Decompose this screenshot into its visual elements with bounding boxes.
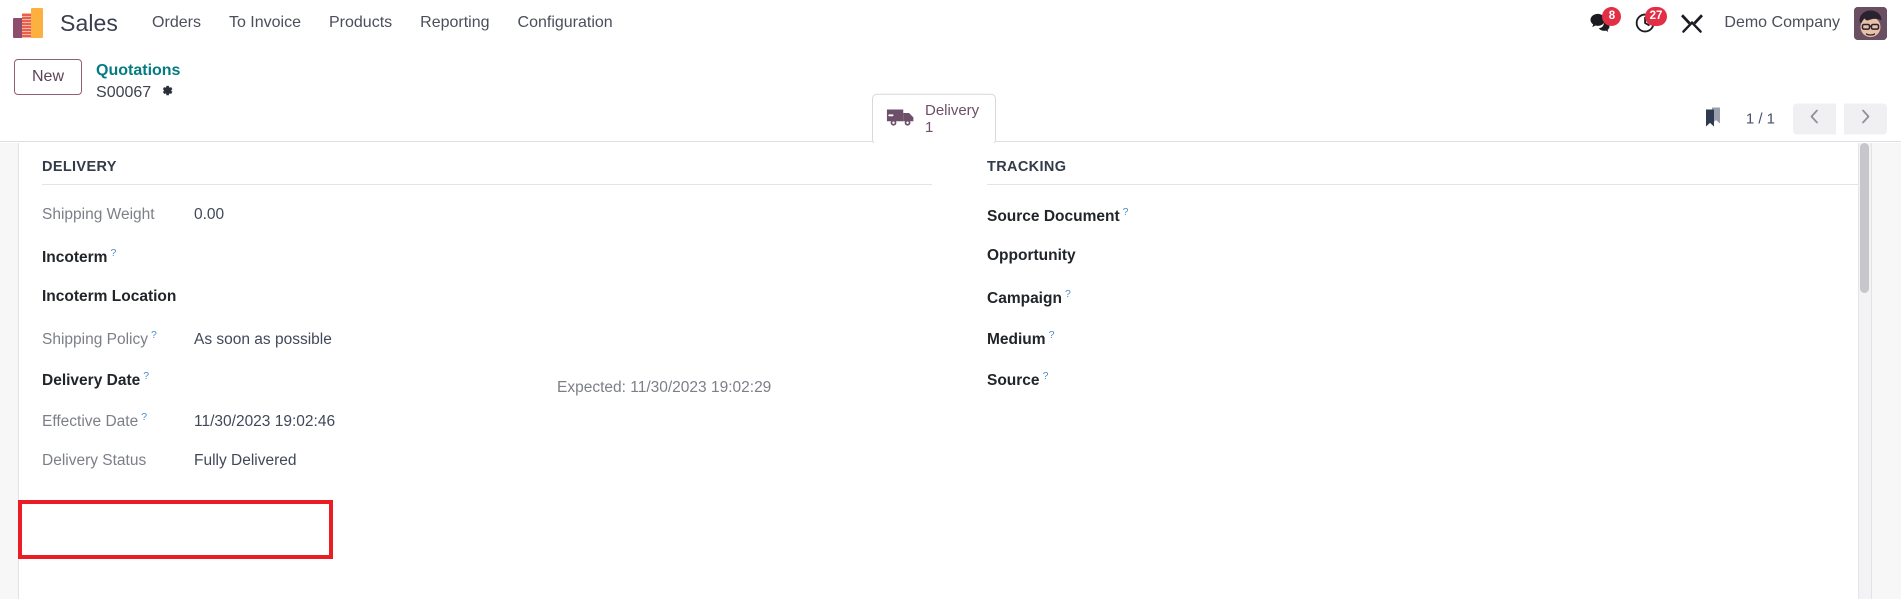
odoo-bars-logo[interactable] bbox=[13, 8, 47, 38]
delivery-group: DELIVERY Shipping Weight 0.00 Incoterm? … bbox=[19, 159, 951, 493]
expected-delivery-note: Expected: 11/30/2023 19:02:29 bbox=[557, 379, 772, 396]
label-opportunity: Opportunity bbox=[987, 247, 1076, 264]
form-sheet: DELIVERY Shipping Weight 0.00 Incoterm? … bbox=[18, 143, 1872, 599]
clock-activity-icon[interactable]: 27 bbox=[1624, 5, 1668, 41]
field-row-medium: Medium? bbox=[987, 329, 1851, 370]
field-row-incoterm-location: Incoterm Location bbox=[42, 288, 951, 329]
breadcrumb-record-name: S00067 bbox=[96, 83, 152, 101]
delivery-section-title: DELIVERY bbox=[42, 159, 932, 185]
label-shipping-policy: Shipping Policy? bbox=[42, 329, 157, 349]
chevron-right-icon bbox=[1859, 109, 1872, 130]
delivery-stat-value: 1 bbox=[925, 119, 934, 136]
form-background: DELIVERY Shipping Weight 0.00 Incoterm? … bbox=[0, 143, 1901, 599]
label-shipping-weight: Shipping Weight bbox=[42, 206, 155, 223]
pager-next-button[interactable] bbox=[1844, 103, 1887, 135]
label-incoterm-location: Incoterm Location bbox=[42, 288, 177, 305]
tooltip-icon-medium[interactable]: ? bbox=[1049, 329, 1055, 341]
field-row-opportunity: Opportunity bbox=[987, 247, 1851, 288]
field-row-shipping-weight: Shipping Weight 0.00 bbox=[42, 206, 951, 247]
field-row-incoterm: Incoterm? bbox=[42, 247, 951, 288]
tooltip-icon-shipping-policy[interactable]: ? bbox=[151, 329, 157, 341]
tooltip-icon-source-document[interactable]: ? bbox=[1123, 206, 1129, 218]
label-effective-date: Effective Date? bbox=[42, 411, 148, 431]
field-row-shipping-policy: Shipping Policy? As soon as possible bbox=[42, 329, 951, 370]
tracking-fields: Source Document? Opportunity Campaign? M… bbox=[987, 206, 1851, 411]
main-menu: Orders To Invoice Products Reporting Con… bbox=[138, 8, 627, 38]
label-medium: Medium? bbox=[987, 329, 1055, 349]
pager-previous-button[interactable] bbox=[1793, 103, 1836, 135]
field-row-source: Source? bbox=[987, 370, 1851, 411]
value-delivery-status: Fully Delivered bbox=[194, 452, 297, 469]
messages-badge: 8 bbox=[1602, 7, 1622, 26]
tooltip-icon-effective-date[interactable]: ? bbox=[141, 411, 147, 423]
menu-item-reporting[interactable]: Reporting bbox=[406, 8, 503, 38]
value-shipping-policy: As soon as possible bbox=[194, 331, 332, 349]
stat-buttons: Delivery 1 bbox=[872, 93, 997, 145]
tooltip-icon-delivery-date[interactable]: ? bbox=[143, 370, 149, 382]
user-avatar[interactable] bbox=[1854, 6, 1887, 40]
tooltip-icon-campaign[interactable]: ? bbox=[1065, 288, 1071, 300]
control-panel-right: 1 / 1 bbox=[1692, 100, 1887, 139]
menu-item-configuration[interactable]: Configuration bbox=[504, 8, 627, 38]
gear-icon[interactable] bbox=[159, 83, 174, 103]
vertical-scrollbar[interactable] bbox=[1858, 143, 1871, 599]
top-navbar: Sales Orders To Invoice Products Reporti… bbox=[0, 0, 1901, 47]
label-delivery-date: Delivery Date? bbox=[42, 370, 150, 390]
navbar-systray: 8 27 Demo Company bbox=[1578, 5, 1901, 41]
company-switcher[interactable]: Demo Company bbox=[1716, 14, 1852, 32]
value-effective-date: 11/30/2023 19:02:46 bbox=[194, 413, 336, 431]
menu-item-orders[interactable]: Orders bbox=[138, 8, 215, 38]
field-row-campaign: Campaign? bbox=[987, 288, 1851, 329]
label-source-document: Source Document? bbox=[987, 206, 1129, 226]
new-button[interactable]: New bbox=[14, 59, 83, 95]
app-name-sales[interactable]: Sales bbox=[60, 10, 118, 37]
delivery-fields: Shipping Weight 0.00 Incoterm? Incoterm … bbox=[42, 206, 951, 493]
value-shipping-weight: 0.00 bbox=[194, 206, 225, 223]
label-incoterm: Incoterm? bbox=[42, 247, 117, 267]
delivery-truck-icon bbox=[886, 105, 916, 134]
pager-value[interactable]: 1 / 1 bbox=[1740, 111, 1787, 128]
label-campaign: Campaign? bbox=[987, 288, 1071, 308]
form-columns: DELIVERY Shipping Weight 0.00 Incoterm? … bbox=[19, 143, 1871, 493]
menu-item-products[interactable]: Products bbox=[315, 8, 406, 38]
breadcrumb: Quotations S00067 bbox=[96, 59, 180, 103]
tooltip-icon-incoterm[interactable]: ? bbox=[110, 247, 116, 259]
tracking-group: TRACKING Source Document? Opportunity Ca… bbox=[951, 159, 1869, 493]
field-row-delivery-date: Delivery Date? Expected: 11/30/2023 19:0… bbox=[42, 370, 951, 411]
tracking-section-title: TRACKING bbox=[987, 159, 1869, 185]
wrench-tools-icon[interactable] bbox=[1670, 5, 1714, 41]
delivery-stat-label: Delivery bbox=[925, 101, 980, 119]
label-delivery-status: Delivery Status bbox=[42, 452, 147, 469]
control-panel-left: New Quotations S00067 bbox=[14, 59, 180, 103]
tooltip-icon-source[interactable]: ? bbox=[1043, 370, 1049, 382]
menu-item-to-invoice[interactable]: To Invoice bbox=[215, 8, 315, 38]
field-row-effective-date: Effective Date? 11/30/2023 19:02:46 bbox=[42, 411, 951, 452]
messages-icon[interactable]: 8 bbox=[1578, 5, 1622, 41]
label-source: Source? bbox=[987, 370, 1049, 390]
delivery-stat-button[interactable]: Delivery 1 bbox=[872, 93, 997, 145]
breadcrumb-quotations[interactable]: Quotations bbox=[96, 60, 180, 82]
control-panel: New Quotations S00067 Delivery 1 1 / 1 bbox=[0, 47, 1901, 145]
bookmark-icon[interactable] bbox=[1692, 100, 1734, 139]
field-row-source-document: Source Document? bbox=[987, 206, 1851, 247]
chevron-left-icon bbox=[1808, 109, 1821, 130]
field-row-delivery-status: Delivery Status Fully Delivered bbox=[42, 452, 951, 493]
scrollbar-thumb[interactable] bbox=[1860, 143, 1869, 293]
activities-badge: 27 bbox=[1644, 7, 1668, 26]
